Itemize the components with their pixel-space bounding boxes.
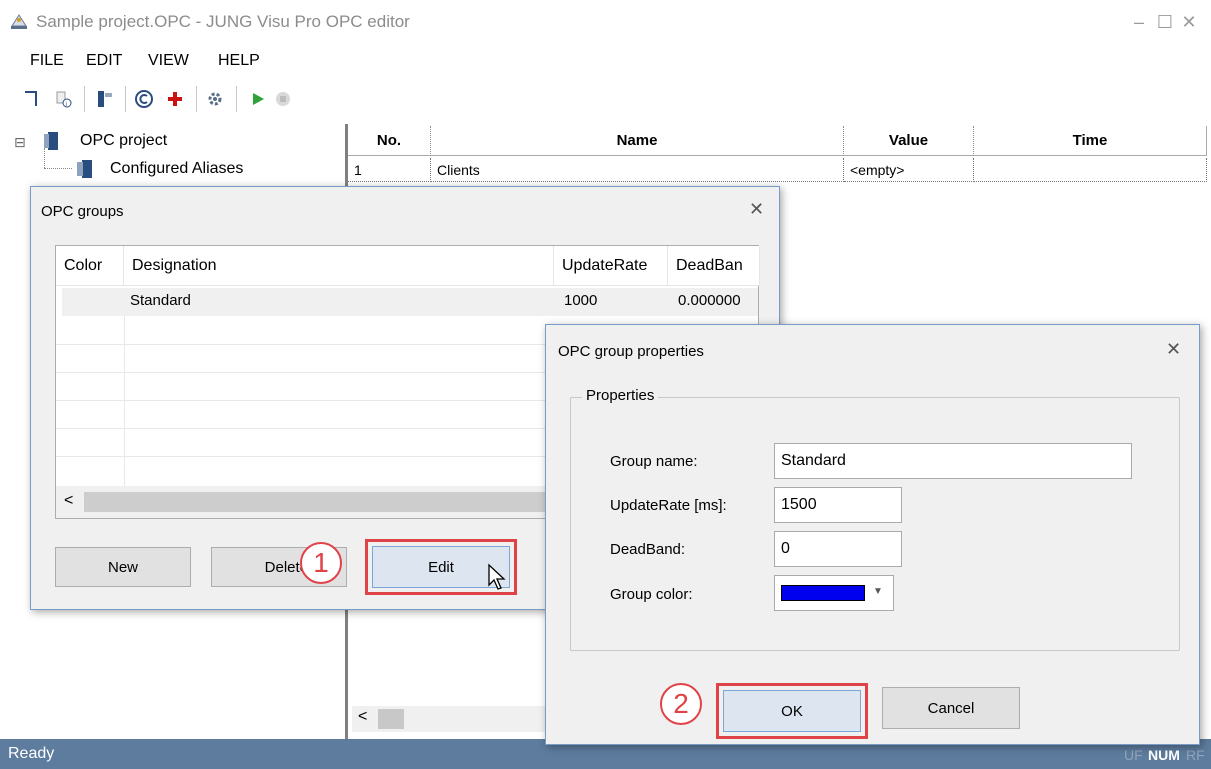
window-title: Sample project.OPC - JUNG Visu Pro OPC e… xyxy=(36,12,410,31)
group-name-label: Group name: xyxy=(610,453,698,470)
new-project-icon[interactable] xyxy=(20,88,42,110)
project-info-icon[interactable]: i xyxy=(52,88,74,110)
grid-cell-value[interactable]: <empty> xyxy=(844,158,974,182)
callout-badge-2: 2 xyxy=(660,683,702,725)
list-cell-updaterate: 1000 xyxy=(564,292,598,309)
grid-cell-time[interactable] xyxy=(974,158,1207,182)
grid-cell-no[interactable]: 1 xyxy=(348,158,431,182)
menu-view[interactable]: VIEW xyxy=(148,52,189,70)
tree-line xyxy=(44,148,45,168)
group-name-input[interactable]: Standard xyxy=(774,443,1132,479)
ok-button[interactable]: OK xyxy=(723,690,861,732)
settings-gear-icon[interactable] xyxy=(204,88,226,110)
add-client-icon[interactable] xyxy=(164,88,186,110)
scroll-left-arrow[interactable]: < xyxy=(64,492,73,510)
alias-folder-icon xyxy=(74,158,96,185)
update-rate-input[interactable]: 1500 xyxy=(774,487,902,523)
alias-icon[interactable] xyxy=(94,88,116,110)
properties-groupbox xyxy=(570,397,1180,651)
mouse-cursor-icon xyxy=(487,563,509,598)
column-header-value[interactable]: Value xyxy=(844,126,974,156)
callout-badge-1: 1 xyxy=(300,542,342,584)
close-window-button[interactable]: ✕ xyxy=(1174,10,1204,34)
scroll-left-arrow[interactable]: < xyxy=(358,708,367,726)
tree-item-configured-aliases[interactable]: Configured Aliases xyxy=(110,160,243,178)
cancel-button[interactable]: Cancel xyxy=(882,687,1020,729)
list-cell-designation: Standard xyxy=(130,292,191,309)
scrollbar-thumb[interactable] xyxy=(378,709,404,729)
column-header-name[interactable]: Name xyxy=(431,126,844,156)
groupbox-label: Properties xyxy=(582,387,659,404)
tree-item-opc-project[interactable]: OPC project xyxy=(80,132,167,150)
menu-file[interactable]: FILE xyxy=(30,52,64,70)
status-indicator-rf: RF xyxy=(1186,747,1205,763)
deadband-label: DeadBand: xyxy=(610,541,686,558)
toolbar-separator xyxy=(236,86,237,112)
menu-edit[interactable]: EDIT xyxy=(86,52,122,70)
grid-cell-name[interactable]: Clients xyxy=(431,158,844,182)
dialog-close-button[interactable]: ✕ xyxy=(749,199,764,220)
update-rate-label: UpdateRate [ms]: xyxy=(610,497,727,514)
project-folder-icon xyxy=(42,130,62,157)
toolbar-separator xyxy=(196,86,197,112)
svg-text:i: i xyxy=(66,102,67,108)
new-button[interactable]: New xyxy=(55,547,191,587)
run-play-icon[interactable] xyxy=(247,88,269,110)
status-text: Ready xyxy=(8,745,55,762)
list-header-updaterate[interactable]: UpdateRate xyxy=(554,246,668,286)
menu-bar: FILE EDIT VIEW HELP xyxy=(0,46,1211,76)
list-header-designation[interactable]: Designation xyxy=(124,246,554,286)
list-cell-deadband: 0.000000 xyxy=(678,292,741,309)
title-bar: Sample project.OPC - JUNG Visu Pro OPC e… xyxy=(0,0,1211,44)
list-header-color[interactable]: Color xyxy=(56,246,124,286)
stop-icon[interactable] xyxy=(272,88,294,110)
column-header-no[interactable]: No. xyxy=(348,126,431,156)
dialog-title: OPC group properties xyxy=(558,343,704,360)
status-indicator-num: NUM xyxy=(1148,747,1180,763)
deadband-input[interactable]: 0 xyxy=(774,531,902,567)
tree-line xyxy=(44,168,72,169)
group-color-label: Group color: xyxy=(610,586,693,603)
group-properties-dialog: OPC group properties ✕ Properties Group … xyxy=(545,324,1200,745)
app-icon xyxy=(10,14,27,30)
list-header-deadband[interactable]: DeadBan xyxy=(668,246,760,286)
menu-help[interactable]: HELP xyxy=(218,52,260,70)
group-color-dropdown[interactable]: ▼ xyxy=(774,575,894,611)
toolbar-separator xyxy=(84,86,85,112)
dialog-close-button[interactable]: ✕ xyxy=(1166,339,1181,360)
grid-line xyxy=(124,316,125,486)
copyright-icon[interactable] xyxy=(133,88,155,110)
toolbar-separator xyxy=(125,86,126,112)
color-swatch xyxy=(781,585,865,601)
dialog-title: OPC groups xyxy=(41,203,124,220)
column-header-time[interactable]: Time xyxy=(974,126,1207,156)
tree-expander-icon[interactable]: ⊟ xyxy=(14,134,26,151)
chevron-down-icon: ▼ xyxy=(873,586,883,597)
status-indicator-uf: UF xyxy=(1124,747,1143,763)
